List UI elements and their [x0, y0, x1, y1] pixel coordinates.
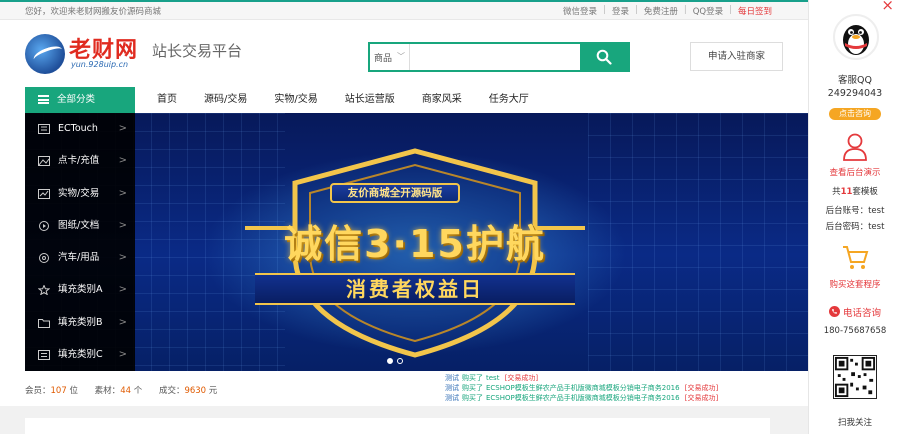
admin-account: 后台账号：test — [825, 206, 885, 216]
category-item-auto[interactable]: 汽车/用品 > — [25, 242, 135, 274]
category-item-ectouch[interactable]: ECTouch > — [25, 113, 135, 145]
all-categories-label: 全部分类 — [57, 94, 96, 105]
welcome-text: 您好，欢迎来老财网搬友价源码商城 — [25, 7, 162, 17]
search-type-select[interactable]: 商品 ﹀ — [370, 44, 410, 70]
site-slogan: 站长交易平台 — [152, 42, 243, 60]
qq-penguin-icon — [833, 14, 879, 60]
templates-count: 共11套模板 — [832, 187, 878, 197]
stat-materials: 素材：44 个 — [94, 386, 143, 396]
nav-item-merchants[interactable]: 商家风采 — [422, 87, 462, 113]
chevron-right-icon: > — [118, 348, 127, 360]
banner-subtitle: 消费者权益日 — [255, 273, 575, 305]
admin-password: 后台密码：test — [825, 222, 885, 232]
user-icon — [843, 133, 867, 161]
chevron-right-icon: > — [118, 123, 127, 134]
stat-members: 会员：107 位 — [25, 386, 78, 396]
category-item-a[interactable]: 填充类别A > — [25, 274, 135, 306]
category-label: 点卡/充值 — [58, 155, 100, 167]
phone-icon — [828, 306, 840, 317]
search-bar: 商品 ﹀ — [368, 42, 630, 72]
category-label: 图纸/文档 — [58, 219, 100, 231]
content-panel — [25, 418, 770, 434]
qq-number: 249294043 — [827, 88, 883, 99]
banner-tag: 友价商城全开源码版 — [330, 183, 460, 203]
chevron-right-icon: > — [118, 155, 127, 167]
folder-icon — [38, 318, 50, 328]
category-label: 汽车/用品 — [58, 252, 100, 263]
qr-code-icon — [833, 355, 877, 399]
wheel-icon — [39, 253, 49, 263]
ticker-row[interactable]: 测试 购买了 test [交易成功] — [445, 373, 718, 383]
list-icon — [38, 349, 50, 360]
wechat-login-link[interactable]: 微信登录 — [563, 5, 597, 17]
category-label: 填充类别C — [58, 348, 103, 360]
search-type-value: 商品 — [374, 54, 393, 64]
category-label: 填充类别A — [58, 284, 103, 296]
top-links: 微信登录 | 登录 | 免费注册 | QQ登录 | 每日签到 — [563, 5, 772, 17]
all-categories-button[interactable]: 全部分类 — [25, 87, 135, 113]
register-link[interactable]: 免费注册 — [644, 5, 678, 17]
category-item-c[interactable]: 填充类别C > — [25, 339, 135, 371]
site-logo[interactable]: 老财网 yun.928uip.cn — [25, 32, 145, 78]
category-item-physical[interactable]: 实物/交易 > — [25, 178, 135, 210]
purchase-ticker: 测试 购买了 test [交易成功] 测试 购买了 ECSHOP模板生鲜农产品手机版微商… — [445, 373, 718, 403]
chevron-right-icon: > — [118, 219, 127, 231]
category-label: 实物/交易 — [58, 187, 100, 199]
nav-item-home[interactable]: 首页 — [157, 87, 177, 113]
admin-demo-link[interactable]: 查看后台演示 — [809, 166, 900, 178]
qq-label: 客服QQ — [838, 75, 872, 86]
close-icon[interactable]: × — [881, 0, 894, 14]
banner-headline: 诚信3·15护航 — [284, 222, 546, 266]
customer-service-panel: × 客服QQ 249294043 点击咨询 查看后台演示 共11套模板 后台账号… — [808, 0, 900, 434]
image-icon — [38, 156, 50, 167]
chevron-right-icon: > — [118, 316, 127, 328]
scan-follow-label: 扫我关注 — [837, 418, 872, 428]
chart-icon — [38, 188, 50, 199]
qq-login-link[interactable]: QQ登录 — [693, 5, 723, 17]
chevron-down-icon: ﹀ — [397, 52, 405, 61]
star-icon — [38, 285, 50, 296]
main-nav: 全部分类 首页 源码/交易 实物/交易 站长运营版 商家风采 任务大厅 — [25, 87, 808, 113]
grid-icon — [38, 124, 50, 134]
category-label: 填充类别B — [58, 316, 103, 328]
category-item-docs[interactable]: 图纸/文档 > — [25, 210, 135, 242]
chevron-right-icon: > — [118, 187, 127, 199]
banner-dot[interactable] — [387, 358, 393, 364]
phone-number: 180-75687658 — [823, 326, 887, 336]
menu-icon — [38, 95, 49, 104]
login-link[interactable]: 登录 — [612, 5, 629, 17]
ticker-row[interactable]: 测试 购买了 ECSHOP模板生鲜农产品手机版微商城模板分销电子商务2016 [交易… — [445, 393, 718, 403]
search-input[interactable] — [412, 44, 580, 70]
chevron-right-icon: > — [118, 284, 127, 296]
stat-deals: 成交：9630 元 — [158, 386, 218, 396]
banner-dot[interactable] — [397, 358, 403, 364]
logo-domain: yun.928uip.cn — [71, 60, 129, 69]
nav-item-tasks[interactable]: 任务大厅 — [489, 87, 529, 113]
category-sidebar: ECTouch > 点卡/充值 > 实物/交易 > 图纸/文档 > 汽车/用品 > 填充类… — [25, 113, 135, 371]
nav-item-source-code[interactable]: 源码/交易 — [204, 87, 247, 113]
phone-consult[interactable]: 电话咨询 — [809, 305, 900, 319]
banner-pagination — [387, 358, 403, 364]
nav-item-physical[interactable]: 实物/交易 — [274, 87, 317, 113]
top-bar: 您好，欢迎来老财网搬友价源码商城 微信登录 | 登录 | 免费注册 | QQ登录 | 每… — [0, 0, 808, 20]
apply-merchant-button[interactable]: 申请入驻商家 — [690, 42, 783, 71]
logo-globe-icon — [25, 34, 65, 74]
site-stats: 会员：107 位 素材：44 个 成交：9630 元 — [25, 384, 231, 396]
category-item-cards[interactable]: 点卡/充值 > — [25, 145, 135, 177]
category-item-b[interactable]: 填充类别B > — [25, 307, 135, 339]
consult-button[interactable]: 点击咨询 — [829, 108, 881, 120]
search-icon — [596, 49, 612, 65]
play-icon — [39, 220, 49, 231]
buy-program-link[interactable]: 购买这套程序 — [809, 278, 900, 290]
nav-item-webmaster[interactable]: 站长运营版 — [345, 87, 395, 113]
chevron-right-icon: > — [118, 252, 127, 263]
cart-icon — [843, 246, 869, 269]
ticker-row[interactable]: 测试 购买了 ECSHOP模板生鲜农产品手机版微商城模板分销电子商务2016 [交易… — [445, 383, 718, 393]
daily-signin-link[interactable]: 每日签到 — [738, 5, 772, 17]
category-label: ECTouch — [58, 123, 98, 134]
search-button[interactable] — [580, 44, 628, 70]
hero-banner[interactable]: 友价商城全开源码版 诚信3·15护航 消费者权益日 — [25, 113, 808, 371]
